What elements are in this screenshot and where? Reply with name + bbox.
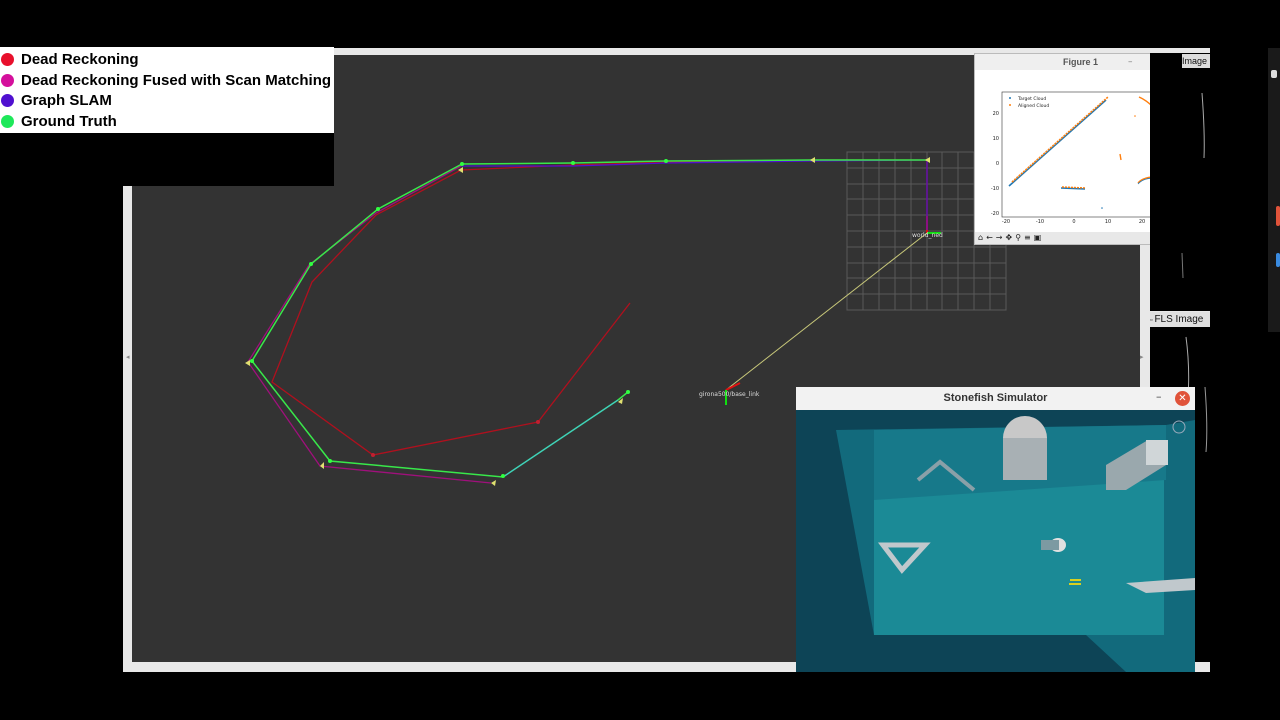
fls-image-tab[interactable]: ▫ FLS Image: [1150, 312, 1210, 327]
legend-item-fused: Dead Reckoning Fused with Scan Matching: [0, 70, 331, 90]
legend-label: Ground Truth: [21, 112, 117, 130]
legend-label: Graph SLAM: [21, 91, 112, 109]
legend-label: Dead Reckoning Fused with Scan Matching: [21, 71, 332, 89]
svg-text:-20: -20: [991, 211, 999, 217]
legend-aligned: Aligned Cloud: [1018, 103, 1049, 109]
world-ned-label: world_ned: [912, 232, 943, 239]
pan-icon[interactable]: ✥: [1005, 233, 1012, 242]
svg-text:0: 0: [1072, 219, 1075, 225]
save-icon[interactable]: ▣: [1034, 233, 1042, 242]
green-dot-icon: [1, 114, 14, 128]
configure-icon[interactable]: ≡: [1024, 233, 1031, 242]
close-icon[interactable]: ✕: [1175, 391, 1190, 406]
legend-label: Dead Reckoning: [21, 50, 139, 68]
ground-truth-tail: [502, 399, 619, 478]
zoom-icon[interactable]: ⚲: [1015, 233, 1021, 242]
svg-text:20: 20: [1139, 219, 1145, 225]
svg-text:10: 10: [993, 136, 999, 142]
legend-item-graph-slam: Graph SLAM: [0, 90, 112, 110]
purple-dot-icon: [1, 93, 14, 107]
fused-path: [247, 165, 492, 484]
minimize-icon[interactable]: –: [1128, 56, 1133, 68]
svg-text:10: 10: [1105, 219, 1111, 225]
forward-arrow-icon[interactable]: →: [996, 233, 1003, 242]
legend-item-dead-reckoning: Dead Reckoning: [0, 49, 139, 69]
simulator-title-bar[interactable]: Stonefish Simulator: [796, 387, 1195, 410]
legend-box: Dead Reckoning Dead Reckoning Fused with…: [0, 47, 334, 133]
svg-text:20: 20: [993, 111, 999, 117]
legend-target: Target Cloud: [1017, 96, 1046, 102]
legend-item-ground-truth: Ground Truth: [0, 111, 117, 131]
home-icon[interactable]: ⌂: [978, 233, 983, 242]
tf-link-line: [725, 232, 928, 391]
simulator-title: Stonefish Simulator: [943, 392, 1048, 404]
red-dot-icon: [1, 52, 14, 66]
figure-title: Figure 1: [1062, 57, 1098, 67]
magenta-dot-icon: [1, 73, 14, 87]
world-ned-axes: [926, 216, 941, 234]
side-dock: [1268, 48, 1280, 332]
stonefish-simulator-window[interactable]: Stonefish Simulator – ✕: [796, 387, 1195, 672]
svg-text:-20: -20: [1002, 219, 1010, 225]
back-arrow-icon[interactable]: ←: [986, 233, 993, 242]
minimize-icon[interactable]: –: [1156, 390, 1162, 403]
image-panel: [1150, 53, 1210, 311]
svg-text:-10: -10: [991, 186, 999, 192]
svg-text:-10: -10: [1036, 219, 1044, 225]
svg-text:0: 0: [996, 161, 999, 167]
image-panel-tab[interactable]: Image: [1182, 54, 1210, 68]
base-link-label: girona500/base_link: [699, 391, 760, 398]
legend-overlay: Dead Reckoning Dead Reckoning Fused with…: [0, 47, 334, 186]
simulator-viewport: [796, 410, 1195, 672]
